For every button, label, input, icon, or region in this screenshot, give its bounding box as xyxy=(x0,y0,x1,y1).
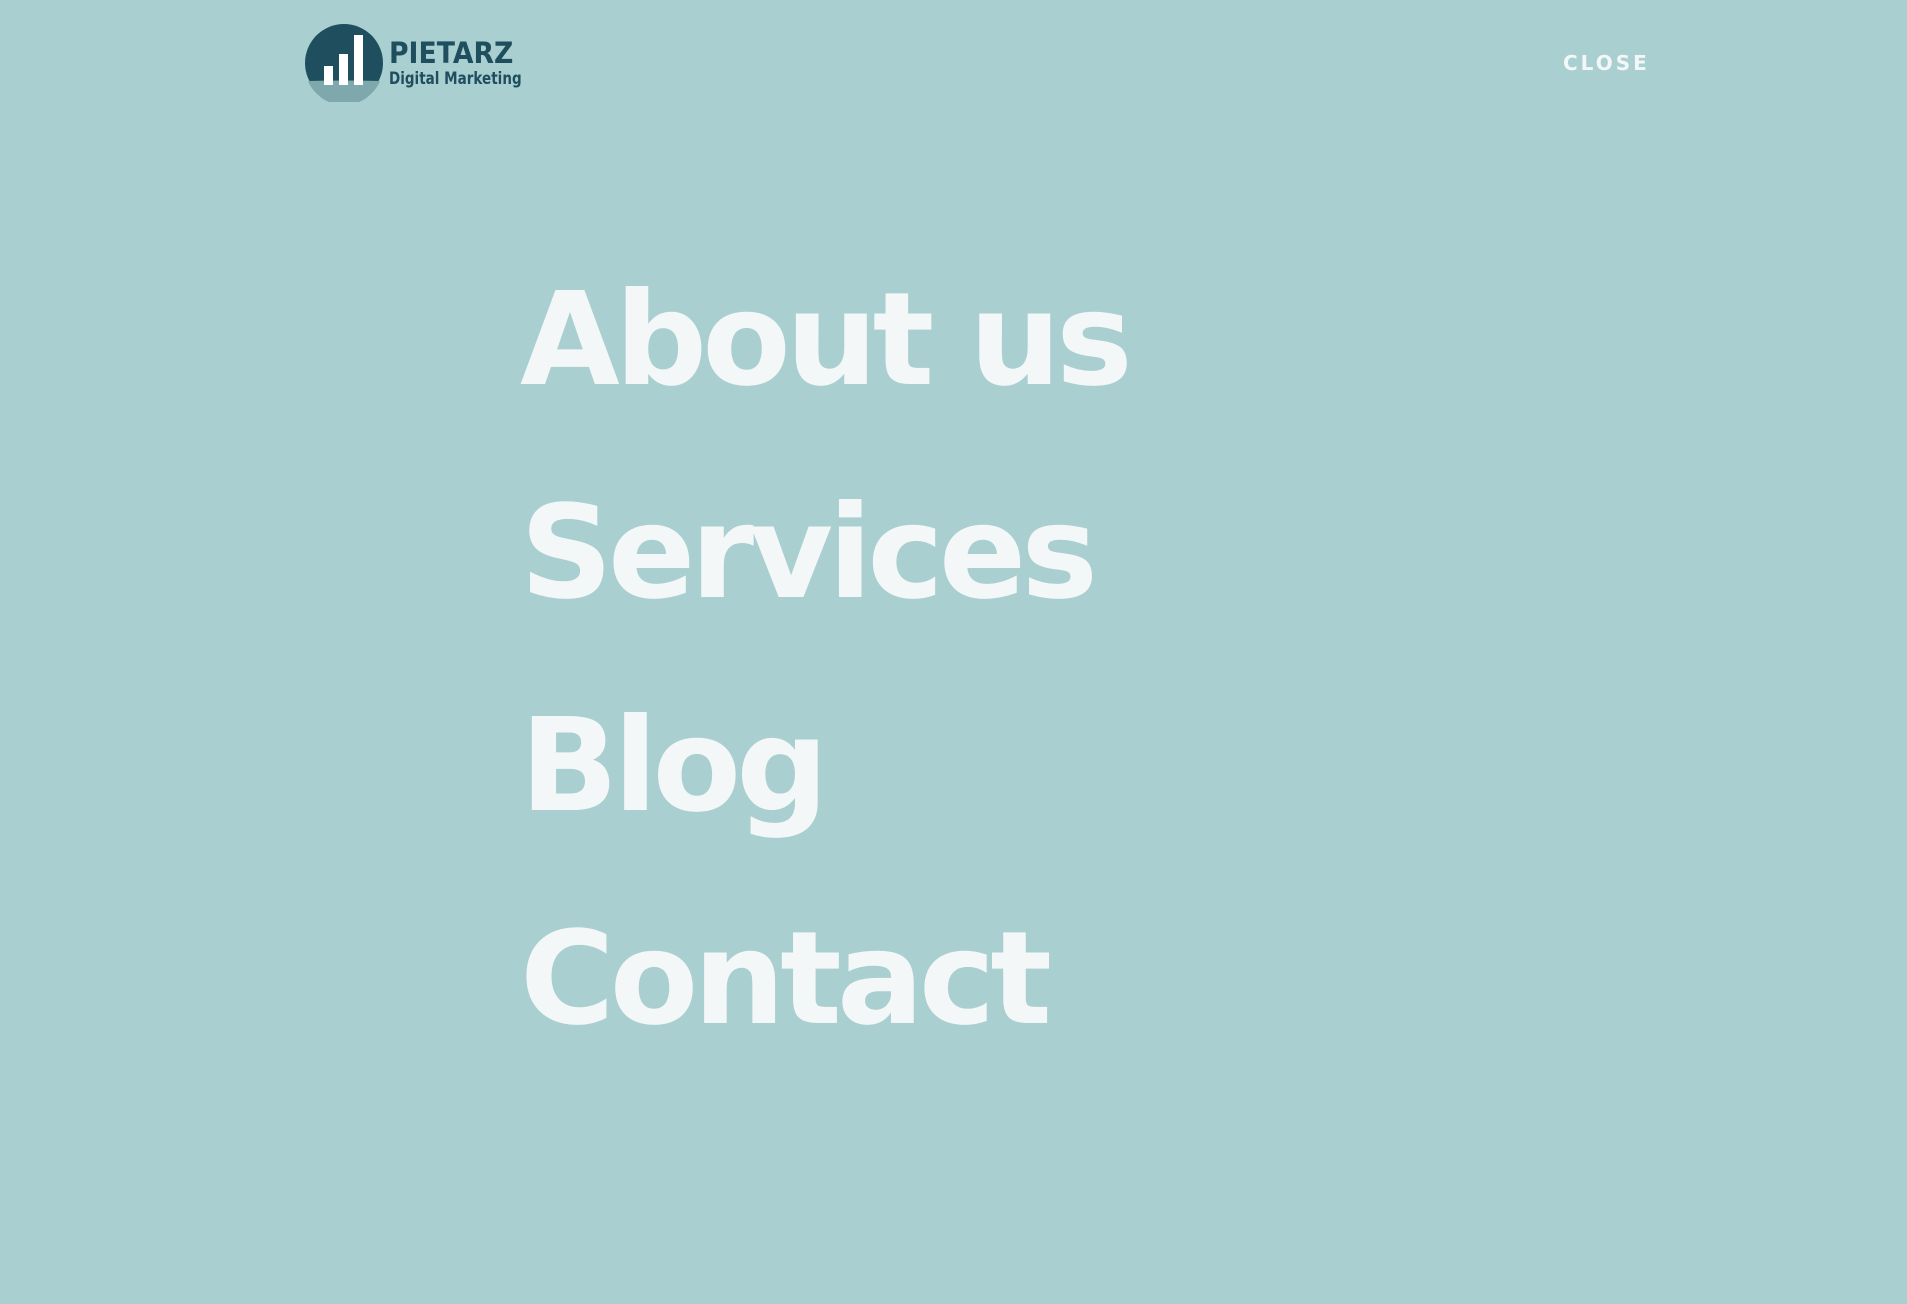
menu-overlay: PIETARZ Digital Marketing CLOSE About us… xyxy=(0,0,1907,1304)
logo-bar-medium xyxy=(339,54,348,85)
menu-item-blog: Blog xyxy=(520,691,1128,904)
menu-link-about-us[interactable]: About us xyxy=(520,265,1133,415)
menu-link-blog[interactable]: Blog xyxy=(520,691,1128,841)
menu-link-services[interactable]: Services xyxy=(520,478,1128,628)
main-menu: About us Services Blog Contact xyxy=(520,265,1133,1117)
close-button[interactable]: CLOSE xyxy=(1563,50,1650,76)
menu-item-contact: Contact xyxy=(520,904,1128,1117)
logo-wordmark: PIETARZ Digital Marketing xyxy=(389,35,551,88)
menu-link-contact[interactable]: Contact xyxy=(520,904,1128,1054)
logo-tagline: Digital Marketing xyxy=(389,68,522,88)
logo-name: PIETARZ xyxy=(389,35,514,70)
menu-item-services: Services xyxy=(520,478,1128,691)
bar-chart-logo-icon xyxy=(305,24,383,102)
logo-bar-tall xyxy=(354,35,363,85)
brand-logo[interactable]: PIETARZ Digital Marketing xyxy=(303,24,551,102)
menu-item-about: About us xyxy=(520,265,1133,478)
logo-bar-small xyxy=(324,66,333,85)
